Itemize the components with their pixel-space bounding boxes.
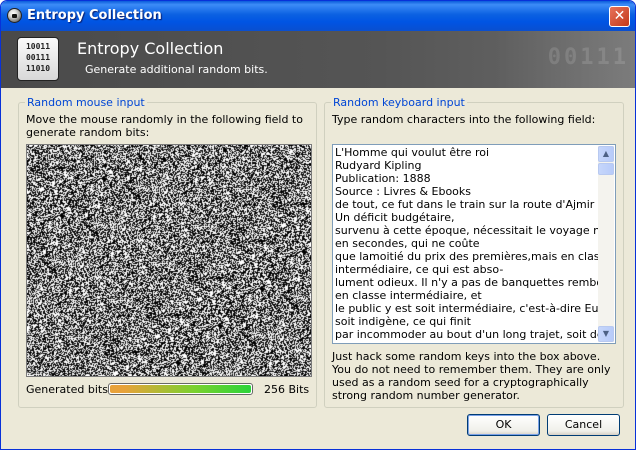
scroll-up-icon[interactable]: ▲	[598, 146, 614, 162]
cancel-button[interactable]: Cancel	[547, 414, 620, 436]
text-line: que lamoitié du prix des premières,mais …	[335, 250, 599, 263]
text-line: le public y est soit intermédiaire, c'es…	[335, 302, 599, 315]
lock-icon	[7, 8, 22, 23]
header-subtitle: Generate additional random bits.	[85, 63, 268, 76]
text-line: Un déficit budgétaire,	[335, 211, 455, 224]
header-title: Entropy Collection	[77, 39, 224, 58]
entropy-progress-bar	[108, 383, 253, 395]
vertical-scrollbar[interactable]: ▲ ▼	[598, 146, 614, 342]
text-line: survenu à cette époque, nécessitait le v…	[335, 224, 599, 237]
window-title: Entropy Collection	[27, 8, 162, 23]
text-line: Rudyard Kipling	[335, 159, 422, 172]
mouse-description: Move the mouse randomly in the following…	[26, 113, 303, 139]
text-line: L'Homme qui voulut être roi	[335, 146, 490, 159]
ok-button[interactable]: OK	[467, 414, 540, 436]
scroll-thumb[interactable]	[598, 163, 614, 175]
text-line: en secondes, qui ne coûte	[335, 237, 480, 250]
random-text-area[interactable]: L'Homme qui voulut être roi Rudyard Kipli…	[332, 144, 616, 344]
mouse-group-label: Random mouse input	[25, 96, 147, 109]
keyboard-input-group: Random keyboard input Type random charac…	[324, 96, 624, 408]
text-line: par incommoder au bout d'un long trajet,…	[335, 328, 599, 341]
keyboard-help-text: Just hack some random keys into the box …	[332, 350, 611, 402]
close-button[interactable]: ✕	[609, 6, 630, 27]
banner-watermark: 00111	[495, 31, 635, 88]
mouse-input-group: Random mouse input Move the mouse random…	[18, 96, 317, 408]
generated-bits-row: Generated bits: 256 Bits	[26, 383, 312, 397]
binary-line: 00111	[25, 53, 51, 62]
text-content: L'Homme qui voulut être roi Rudyard Kipli…	[334, 146, 599, 342]
text-line: de tout, ce fut dans le train sur la rou…	[335, 198, 599, 211]
text-line: lument odieux. Il n'y a pas de banquette…	[335, 276, 599, 289]
binary-line: 11010	[25, 64, 51, 73]
title-bar[interactable]: Entropy Collection ✕	[1, 1, 635, 31]
keyboard-group-label: Random keyboard input	[331, 96, 467, 109]
entropy-dialog: Entropy Collection ✕ 00111 10011 00111 1…	[0, 0, 636, 450]
generated-bits-label: Generated bits:	[26, 383, 112, 396]
text-line: en classe intermédiaire, et	[335, 289, 482, 302]
binary-icon: 10011 00111 11010	[17, 37, 59, 81]
text-line: Source : Livres & Ebooks	[335, 185, 472, 198]
text-line: Publication: 1888	[335, 172, 431, 185]
keyboard-description: Type random characters into the followin…	[332, 113, 596, 126]
text-line: soit indigène, ce qui finit	[335, 315, 471, 328]
mouse-entropy-field[interactable]	[26, 144, 312, 377]
progress-fill	[110, 385, 251, 393]
binary-line: 10011	[25, 42, 51, 51]
scroll-down-icon[interactable]: ▼	[598, 326, 614, 342]
bits-count: 256 Bits	[264, 383, 310, 396]
text-line: intermédiaire, ce qui est abso-	[335, 263, 504, 276]
header-banner: 00111 10011 00111 11010 Entropy Collecti…	[1, 31, 635, 88]
ghost-digits: 00111	[547, 45, 629, 70]
